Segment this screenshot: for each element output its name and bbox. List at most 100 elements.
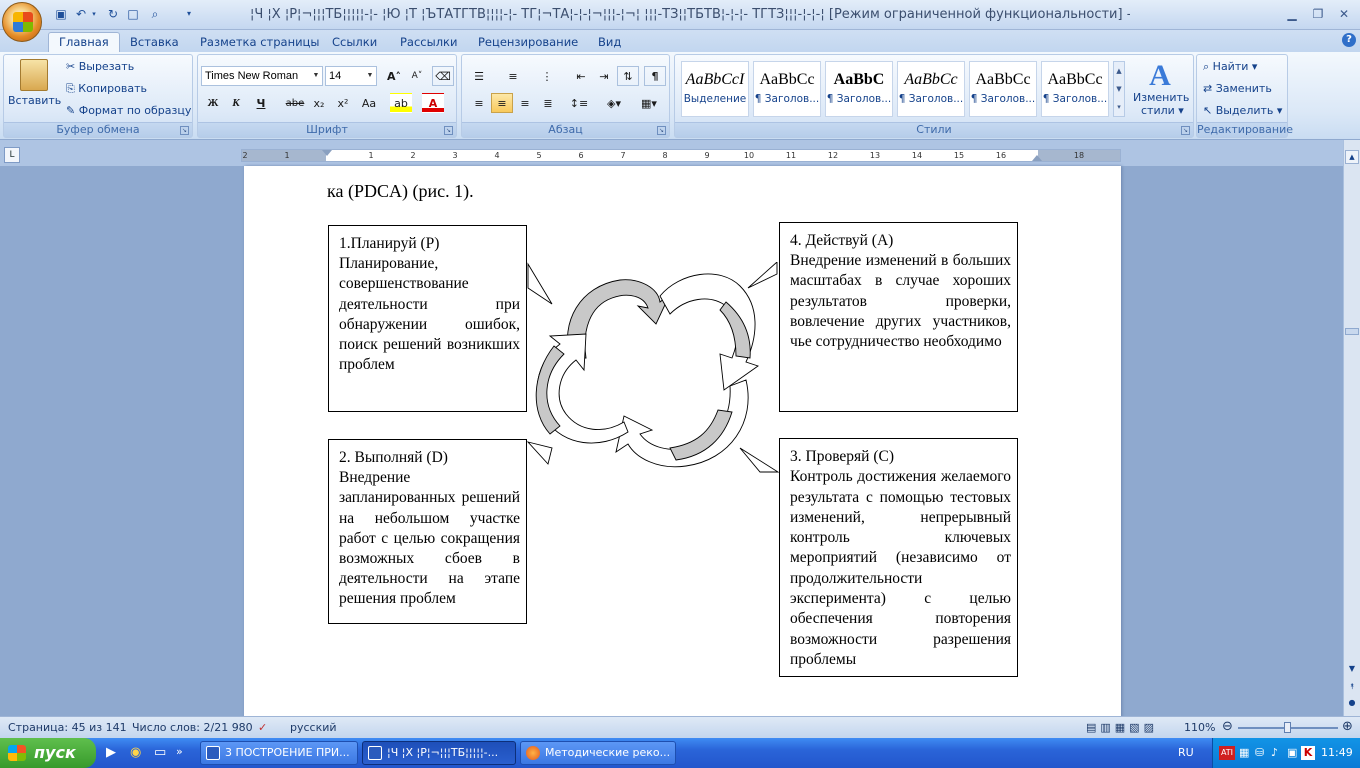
numbering-icon[interactable]: ≡ (502, 66, 524, 86)
browse-object-icon[interactable]: ● (1345, 696, 1359, 710)
paste-icon[interactable] (20, 59, 48, 91)
kaspersky-icon[interactable]: K (1301, 746, 1315, 760)
font-color-icon[interactable]: A (422, 93, 444, 113)
scroll-up-icon[interactable]: ▲ (1345, 150, 1359, 164)
spelling-icon[interactable]: ✓ (258, 721, 267, 734)
change-styles-icon[interactable]: A (1145, 59, 1175, 93)
clipboard-launcher-icon[interactable]: ↘ (180, 126, 189, 135)
tab-page-layout[interactable]: Разметка страницы (190, 33, 329, 52)
media-player-icon[interactable]: ▶ (106, 745, 122, 761)
office-button[interactable] (2, 2, 42, 42)
print-preview-icon[interactable]: ⌕ (146, 5, 164, 23)
tab-references[interactable]: Ссылки (322, 33, 387, 52)
first-line-indent-marker[interactable] (322, 150, 332, 156)
sort-icon[interactable]: ⇅ (617, 66, 639, 86)
page-count[interactable]: Страница: 45 из 141 (8, 721, 127, 734)
tab-home[interactable]: Главная (48, 32, 120, 53)
align-left-icon[interactable]: ≡ (468, 93, 490, 113)
help-icon[interactable]: ? (1342, 33, 1356, 47)
style-tile-heading-5[interactable]: AaBbCc ¶ Заголов... (1041, 61, 1109, 117)
change-styles-button[interactable]: Изменить (1133, 91, 1189, 105)
show-marks-button[interactable]: ¶ (644, 66, 666, 86)
strikethrough-button[interactable]: abe (284, 93, 306, 113)
zoom-in-icon[interactable]: ⊕ (1342, 719, 1353, 734)
clear-formatting-icon[interactable]: ⌫ (432, 66, 454, 86)
minimize-icon[interactable]: ▁ (1280, 5, 1304, 23)
zoom-out-icon[interactable]: ⊖ (1222, 719, 1233, 734)
line-spacing-icon[interactable]: ↕≡ (566, 93, 592, 113)
language-indicator[interactable]: русский (290, 721, 337, 734)
underline-button[interactable]: Ч (250, 93, 272, 113)
close-icon[interactable]: ✕ (1332, 5, 1356, 23)
display-icon[interactable]: ▣ (1287, 746, 1301, 760)
tab-mailings[interactable]: Рассылки (390, 33, 467, 52)
shading-icon[interactable]: ◈▾ (599, 93, 629, 113)
shrink-font-icon[interactable]: A˅ (406, 66, 428, 86)
format-painter-button[interactable]: ✎ Формат по образцу (66, 101, 191, 121)
bullets-icon[interactable]: ☰ (468, 66, 490, 86)
antivirus-icon[interactable]: ATI (1219, 746, 1235, 760)
replace-button[interactable]: ⇄ Заменить (1203, 79, 1272, 99)
network-icon[interactable]: ▦ (1239, 746, 1253, 760)
tab-selector-icon[interactable]: L (4, 147, 20, 163)
style-tile-heading-bold[interactable]: AaBbC ¶ Заголов... (825, 61, 893, 117)
right-indent-marker[interactable] (1032, 155, 1042, 161)
highlight-icon[interactable]: ab (390, 93, 412, 113)
justify-icon[interactable]: ≣ (537, 93, 559, 113)
decrease-indent-icon[interactable]: ⇤ (570, 66, 592, 86)
align-right-icon[interactable]: ≡ (514, 93, 536, 113)
zoom-slider-thumb[interactable] (1284, 722, 1291, 733)
multilevel-list-icon[interactable]: ⋮ (536, 66, 558, 86)
undo-icon[interactable]: ↶ (72, 5, 90, 23)
taskbar-item-doc-2[interactable]: ¦Ч ¦Х ¦Р¦¬¦¦¦ТБ¦¦¦¦¦-... (362, 741, 516, 765)
style-tile-emphasis[interactable]: AaBbCcI Выделение (681, 61, 749, 117)
align-center-icon[interactable]: ≡ (491, 93, 513, 113)
input-language[interactable]: RU (1178, 746, 1194, 759)
font-launcher-icon[interactable]: ↘ (444, 126, 453, 135)
subscript-button[interactable]: x₂ (308, 93, 330, 113)
grow-font-icon[interactable]: A˄ (383, 66, 405, 86)
borders-icon[interactable]: ▦▾ (634, 93, 664, 113)
vertical-scrollbar[interactable]: ▲ ▼ ⯭ ● (1343, 140, 1360, 716)
bold-button[interactable]: Ж (202, 93, 224, 113)
start-button[interactable]: пуск (0, 738, 96, 768)
clock[interactable]: 11:49 (1321, 746, 1353, 759)
show-desktop-icon[interactable]: ▭ (154, 745, 170, 761)
quicklaunch-more-icon[interactable]: » (176, 745, 186, 761)
font-name-combo[interactable]: Times New Roman ▼ (201, 66, 323, 86)
volume-icon[interactable]: ♪ (1271, 746, 1285, 760)
change-case-button[interactable]: Aa (356, 93, 382, 113)
undo-dropdown-icon[interactable]: ▾ (90, 5, 98, 23)
view-buttons-icon[interactable]: ▤▥▦▧▨ (1086, 721, 1158, 734)
font-size-combo[interactable]: 14 ▼ (325, 66, 377, 86)
increase-indent-icon[interactable]: ⇥ (593, 66, 615, 86)
scroll-down-icon[interactable]: ▼ (1345, 662, 1359, 676)
word-count[interactable]: Число слов: 2/21 980 (132, 721, 253, 734)
select-button[interactable]: ↖ Выделить ▾ (1203, 101, 1282, 121)
styles-launcher-icon[interactable]: ↘ (1181, 126, 1190, 135)
browser-quicklaunch-icon[interactable]: ◉ (130, 745, 146, 761)
find-button[interactable]: ⌕ Найти ▾ (1203, 57, 1257, 77)
cut-button[interactable]: ✂ Вырезать (66, 57, 134, 77)
new-document-icon[interactable]: □ (124, 5, 142, 23)
redo-icon[interactable]: ↻ (104, 5, 122, 23)
style-tile-heading-italic[interactable]: AaBbCc ¶ Заголов... (897, 61, 965, 117)
style-tile-heading[interactable]: AaBbCc ¶ Заголов... (753, 61, 821, 117)
save-icon[interactable]: ▣ (52, 5, 70, 23)
copy-button[interactable]: ⎘ Копировать (66, 79, 147, 99)
paragraph-launcher-icon[interactable]: ↘ (657, 126, 666, 135)
style-tile-heading-4[interactable]: AaBbCc ¶ Заголов... (969, 61, 1037, 117)
horizontal-ruler[interactable]: 2 1 1 2 3 4 5 6 7 8 9 10 11 12 13 14 15 … (241, 149, 1121, 162)
italic-button[interactable]: К (225, 93, 247, 113)
styles-scroll[interactable]: ▲ ▼ ▾ (1113, 61, 1125, 117)
tab-review[interactable]: Рецензирование (468, 33, 588, 52)
superscript-button[interactable]: x² (332, 93, 354, 113)
restore-icon[interactable]: ❐ (1306, 5, 1330, 23)
tab-view[interactable]: Вид (588, 33, 631, 52)
customize-qat-icon[interactable]: ▾ (180, 5, 198, 23)
taskbar-item-browser[interactable]: Методические реко... (520, 741, 676, 765)
taskbar-item-doc-1[interactable]: 3 ПОСТРОЕНИЕ ПРИ... (200, 741, 358, 765)
zoom-level[interactable]: 110% (1184, 721, 1215, 734)
paste-button[interactable]: Вставить (8, 91, 61, 111)
scroll-thumb[interactable] (1345, 328, 1359, 335)
